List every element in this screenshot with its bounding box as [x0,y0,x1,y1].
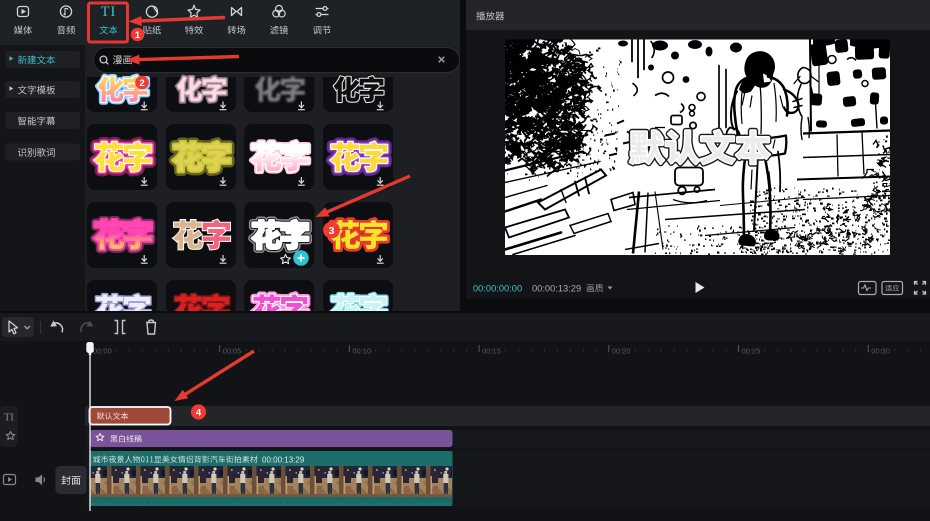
svg-text:00:20: 00:20 [612,347,631,356]
svg-text:1: 1 [135,30,141,41]
svg-text:00:30: 00:30 [871,347,890,356]
svg-text:2: 2 [139,78,144,89]
svg-text:00:15: 00:15 [482,347,501,356]
svg-text:00:25: 00:25 [742,347,761,356]
svg-text:TI: TI [101,4,117,20]
svg-text:00:10: 00:10 [352,347,371,356]
svg-text:4: 4 [196,407,202,418]
svg-text:00:00:00:00: 00:00:00:00 [473,284,522,294]
svg-text:00:05: 00:05 [223,347,242,356]
svg-text:00:00:13:29: 00:00:13:29 [532,284,581,294]
svg-text:00:00:13:29: 00:00:13:29 [262,456,305,465]
svg-text:00:00: 00:00 [93,347,112,356]
svg-text:TI: TI [4,413,14,424]
svg-text:3: 3 [329,225,335,237]
